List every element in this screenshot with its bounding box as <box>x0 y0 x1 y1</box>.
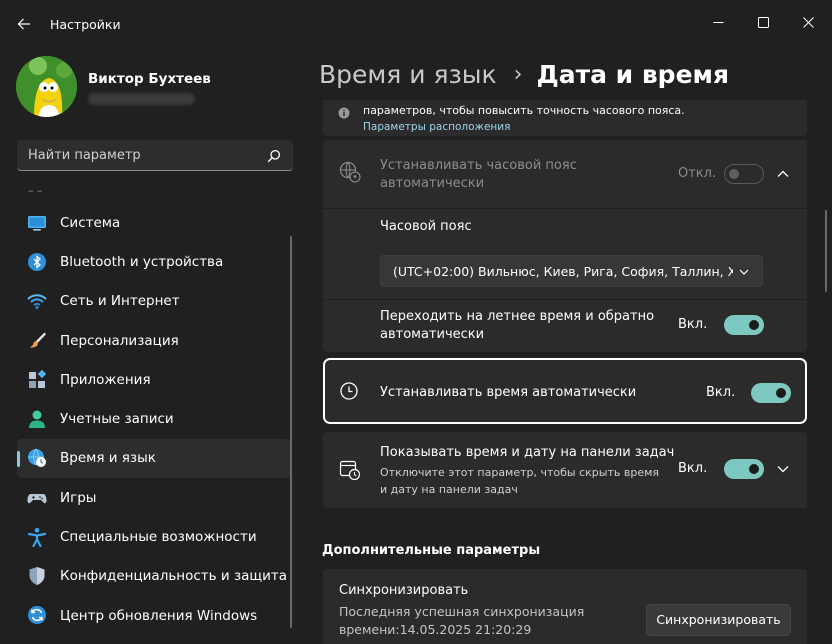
info-icon <box>338 107 350 119</box>
taskbar-time-description: Отключите этот параметр, чтобы скрыть вр… <box>380 466 660 496</box>
additional-settings-heading: Дополнительные параметры <box>322 543 541 558</box>
sync-card: Синхронизировать Последняя успешная синх… <box>323 569 807 644</box>
sidebar-item-label: Учетные записи <box>60 411 174 428</box>
maximize-icon <box>757 16 769 28</box>
sync-description: Последняя успешная синхронизация времени… <box>339 604 585 637</box>
sidebar-item-privacy[interactable]: Конфиденциальность и защита <box>17 557 291 596</box>
apps-icon <box>26 369 47 390</box>
person-icon <box>26 408 47 429</box>
dst-toggle[interactable] <box>724 315 764 335</box>
globe-clock-icon <box>26 448 47 469</box>
location-settings-link[interactable]: Параметры расположения <box>363 121 510 133</box>
sidebar-item-label: Специальные возможности <box>60 529 257 546</box>
timezone-select[interactable]: (UTC+02:00) Вильнюс, Киев, Рига, София, … <box>380 255 763 287</box>
sidebar-scrollbar[interactable] <box>290 236 292 628</box>
sidebar-item-accounts[interactable]: Учетные записи <box>17 399 291 438</box>
gamepad-icon <box>26 487 47 508</box>
sidebar-item-apps[interactable]: Приложения <box>17 360 291 399</box>
sidebar-item-label: Игры <box>60 489 97 506</box>
user-name: Виктор Бухтеев <box>88 71 211 87</box>
sync-now-button[interactable]: Синхронизировать <box>646 604 791 636</box>
breadcrumb-separator: › <box>513 62 523 87</box>
accessibility-icon <box>26 526 47 547</box>
auto-time-state: Вкл. <box>706 385 736 400</box>
dst-state: Вкл. <box>678 317 708 332</box>
page-title: Дата и время <box>536 60 730 89</box>
toggle-knob <box>729 169 739 179</box>
sidebar-item-label: Конфиденциальность и защита <box>60 568 288 585</box>
sync-label: Синхронизировать <box>339 583 469 598</box>
app-title: Настройки <box>50 17 121 32</box>
sidebar-item-time-language[interactable]: Время и язык <box>17 438 291 479</box>
sidebar-item-gaming[interactable]: Игры <box>17 478 291 517</box>
sidebar-item-label: Время и язык <box>60 450 156 467</box>
breadcrumb-parent[interactable]: Время и язык <box>319 60 497 89</box>
taskbar-time-label: Показывать время и дату на панели задач <box>380 445 675 460</box>
sidebar-item-label: Персонализация <box>60 332 179 349</box>
sidebar-item-network[interactable]: Сеть и Интернет <box>17 282 291 321</box>
toggle-knob <box>749 464 759 474</box>
sidebar-item-label: Приложения <box>60 371 151 388</box>
auto-timezone-state: Откл. <box>678 166 717 181</box>
user-email-blurred <box>88 93 195 105</box>
wifi-icon <box>26 291 47 312</box>
taskbar-time-state: Вкл. <box>678 461 708 476</box>
close-icon <box>802 16 814 28</box>
clock-icon <box>340 382 358 400</box>
sidebar-nav: Система Bluetooth и устройства Сеть и Ин… <box>17 203 291 635</box>
minimize-icon <box>713 21 723 23</box>
taskbar-time-card[interactable]: Показывать время и дату на панели задач … <box>323 432 807 508</box>
user-profile[interactable]: Виктор Бухтеев <box>16 56 296 120</box>
search-icon <box>267 149 281 163</box>
toggle-knob <box>749 320 759 330</box>
sidebar-item-label: Система <box>60 214 121 231</box>
minimize-button[interactable] <box>696 8 740 36</box>
timezone-value: (UTC+02:00) Вильнюс, Киев, Рига, София, … <box>393 264 733 279</box>
arrow-left-icon <box>17 18 30 30</box>
auto-time-card[interactable]: Устанавливать время автоматически Вкл. <box>323 358 807 424</box>
taskbar-time-toggle[interactable] <box>724 459 764 479</box>
auto-timezone-toggle[interactable] <box>724 164 764 184</box>
sidebar-item-windows-update[interactable]: Центр обновления Windows <box>17 596 291 635</box>
chevron-down-icon <box>739 269 749 275</box>
avatar <box>16 56 77 117</box>
title-bar: Настройки <box>0 0 832 48</box>
maximize-button[interactable] <box>741 8 785 36</box>
nav-overflow-dashes: – – <box>28 184 43 197</box>
globe-location-icon <box>339 161 361 183</box>
auto-timezone-label: Устанавливать часовой пояс автоматически <box>380 158 577 191</box>
sidebar-item-label: Центр обновления Windows <box>60 607 258 624</box>
timezone-label: Часовой пояс <box>380 219 472 234</box>
shield-icon <box>26 566 47 587</box>
close-button[interactable] <box>786 8 830 36</box>
monitor-icon <box>26 212 47 233</box>
location-hint-text: параметров, чтобы повысить точность часо… <box>363 104 685 117</box>
chevron-down-icon[interactable] <box>776 462 790 476</box>
toggle-knob <box>776 388 786 398</box>
update-icon <box>26 605 47 626</box>
timezone-card: Часовой пояс (UTC+02:00) Вильнюс, Киев, … <box>323 209 807 299</box>
sidebar-item-personalization[interactable]: Персонализация <box>17 321 291 360</box>
sidebar-item-bluetooth[interactable]: Bluetooth и устройства <box>17 242 291 281</box>
dst-card[interactable]: Переходить на летнее время и обратно авт… <box>323 300 807 352</box>
chevron-up-icon[interactable] <box>776 167 790 181</box>
calendar-clock-icon <box>339 460 361 481</box>
dst-label: Переходить на летнее время и обратно авт… <box>380 309 655 342</box>
auto-time-label: Устанавливать время автоматически <box>380 385 637 400</box>
sidebar-item-system[interactable]: Система <box>17 203 291 242</box>
brush-icon <box>26 330 47 351</box>
bluetooth-icon <box>26 251 47 272</box>
location-hint-card: параметров, чтобы повысить точность часо… <box>323 100 807 136</box>
sidebar-item-label: Сеть и Интернет <box>60 293 180 310</box>
sidebar-item-label: Bluetooth и устройства <box>60 253 224 270</box>
search-box[interactable]: Найти параметр <box>17 140 293 171</box>
search-input[interactable]: Найти параметр <box>28 148 141 163</box>
sidebar-item-accessibility[interactable]: Специальные возможности <box>17 517 291 556</box>
main-scrollbar[interactable] <box>825 210 827 292</box>
auto-timezone-card[interactable]: Устанавливать часовой пояс автоматически… <box>323 140 807 208</box>
auto-time-toggle[interactable] <box>751 383 791 403</box>
back-button[interactable] <box>10 10 38 38</box>
breadcrumb: Время и язык › Дата и время <box>319 60 729 89</box>
